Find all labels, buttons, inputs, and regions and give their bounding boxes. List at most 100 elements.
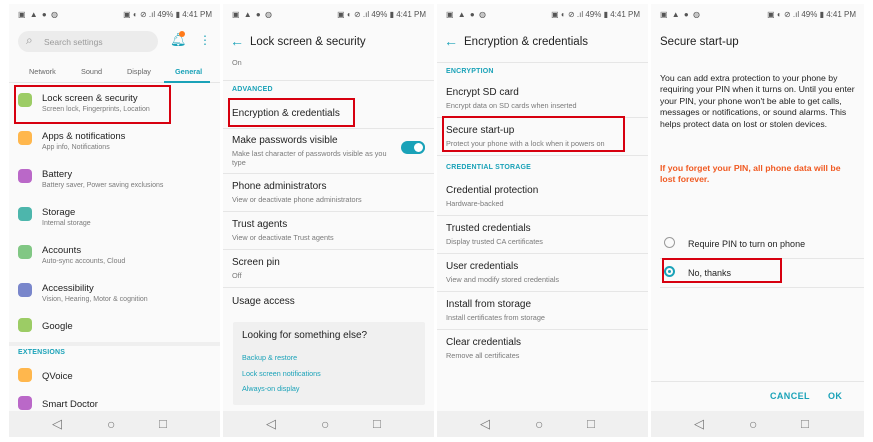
secure-start-up-screen: ▣ ▲ ● ◍ ▣ ◐ ⊘ .ıl 49% ▮ 4:41 PM Secure s… <box>651 4 864 437</box>
previous-item-value: On <box>232 58 426 67</box>
clear-credentials-item[interactable]: Clear credentials Remove all certificate… <box>446 337 640 360</box>
require-pin-label[interactable]: Require PIN to turn on phone <box>688 239 805 249</box>
divider <box>223 128 434 129</box>
navigation-bar: ◁ ○ □ <box>437 411 648 437</box>
item-title: Google <box>42 321 73 332</box>
always-on-display-link[interactable]: Always-on display <box>242 384 300 393</box>
highlight-box <box>228 98 355 127</box>
item-subtitle: View or deactivate phone administrators <box>232 195 362 204</box>
dialog-divider <box>651 381 864 382</box>
item-title: Clear credentials <box>446 337 522 348</box>
trusted-credentials-item[interactable]: Trusted credentials Display trusted CA c… <box>446 223 640 246</box>
install-from-storage-item[interactable]: Install from storage Install certificate… <box>446 299 640 322</box>
item-subtitle: App info, Notifications <box>42 144 110 151</box>
screen-pin-item[interactable]: Screen pin Off <box>232 257 426 280</box>
item-title: Battery <box>42 169 73 180</box>
cancel-button[interactable]: CANCEL <box>770 391 810 401</box>
divider <box>223 249 434 250</box>
divider <box>223 173 434 174</box>
item-title: Smart Doctor <box>42 399 98 410</box>
divider <box>437 62 648 63</box>
tab-general[interactable]: General <box>175 67 202 76</box>
encrypt-sd-card-item[interactable]: Encrypt SD card Encrypt data on SD cards… <box>446 87 640 110</box>
credential-protection-item[interactable]: Credential protection Hardware-backed <box>446 185 640 208</box>
divider <box>223 211 434 212</box>
app-bar: Secure start-up <box>651 31 864 57</box>
tab-network[interactable]: Network <box>29 67 56 76</box>
item-subtitle: Hardware-backed <box>446 199 504 208</box>
item-subtitle: Make last character of passwords visible… <box>232 149 387 167</box>
item-title: Make passwords visible <box>232 135 338 146</box>
item-subtitle: Auto-sync accounts, Cloud <box>42 258 126 265</box>
status-right: ▣ ◐ ⊘ .ıl 49% ▮ 4:41 PM <box>123 10 212 19</box>
home-icon[interactable]: ○ <box>107 416 115 432</box>
status-bar: ▣ ▲ ● ◍ ▣ ◐ ⊘ .ıl 49% ▮ 4:41 PM <box>9 4 220 25</box>
make-passwords-visible-item[interactable]: Make passwords visible Make last charact… <box>232 135 398 167</box>
status-bar: ▣ ▲ ● ◍ ▣ ◐ ⊘ .ıl 49% ▮ 4:41 PM <box>437 4 648 25</box>
home-icon[interactable]: ○ <box>749 416 757 432</box>
item-title: Apps & notifications <box>42 131 126 142</box>
encryption-credentials-screen: ▣ ▲ ● ◍ ▣ ◐ ⊘ .ıl 49% ▮ 4:41 PM ← Encryp… <box>437 4 648 437</box>
status-bar: ▣ ▲ ● ◍ ▣ ◐ ⊘ .ıl 49% ▮ 4:41 PM <box>223 4 434 25</box>
recents-icon[interactable]: □ <box>801 416 809 431</box>
backup-restore-link[interactable]: Backup & restore <box>242 353 297 362</box>
require-pin-radio[interactable] <box>664 237 675 248</box>
user-credentials-item[interactable]: User credentials View and modify stored … <box>446 261 640 284</box>
google-icon <box>18 318 32 332</box>
usage-access-item[interactable]: Usage access <box>232 296 426 307</box>
back-icon[interactable]: ◁ <box>694 416 704 432</box>
lock-screen-notifications-link[interactable]: Lock screen notifications <box>242 369 321 378</box>
back-arrow-icon[interactable]: ← <box>230 33 244 49</box>
toggle-knob <box>412 141 425 154</box>
section-divider <box>9 342 220 346</box>
accessibility-icon <box>18 283 32 297</box>
item-subtitle: Install certificates from storage <box>446 313 545 322</box>
storage-icon <box>18 207 32 221</box>
status-bar: ▣ ▲ ● ◍ ▣ ◐ ⊘ .ıl 49% ▮ 4:41 PM <box>651 4 864 25</box>
recents-icon[interactable]: □ <box>159 416 167 431</box>
divider <box>437 215 648 216</box>
apps-icon <box>18 131 32 145</box>
trust-agents-item[interactable]: Trust agents View or deactivate Trust ag… <box>232 219 426 242</box>
back-icon[interactable]: ◁ <box>52 416 62 432</box>
navigation-bar: ◁ ○ □ <box>223 411 434 437</box>
passwords-visible-toggle[interactable] <box>401 141 425 154</box>
divider <box>437 155 648 156</box>
recents-icon[interactable]: □ <box>373 416 381 431</box>
back-arrow-icon[interactable]: ← <box>444 33 458 49</box>
back-icon[interactable]: ◁ <box>480 416 490 432</box>
item-subtitle: Battery saver, Power saving exclusions <box>42 182 164 189</box>
item-title: Credential protection <box>446 185 539 196</box>
warning-text: If you forget your PIN, all phone data w… <box>660 163 841 185</box>
divider <box>437 253 648 254</box>
item-title: Phone administrators <box>232 181 327 192</box>
search-input[interactable]: ⌕ Search settings <box>18 31 158 52</box>
status-right: ▣ ◐ ⊘ .ıl 49% ▮ 4:41 PM <box>337 10 426 19</box>
home-icon[interactable]: ○ <box>321 416 329 432</box>
app-bar: ← Lock screen & security <box>223 31 434 57</box>
back-icon[interactable]: ◁ <box>266 416 276 432</box>
more-options-icon[interactable]: ⋮ <box>199 33 211 47</box>
phone-administrators-item[interactable]: Phone administrators View or deactivate … <box>232 181 426 204</box>
home-icon[interactable]: ○ <box>535 416 543 432</box>
navigation-bar: ◁ ○ □ <box>9 411 220 437</box>
highlight-box <box>662 258 782 283</box>
status-left-icons: ▣ ▲ ● ◍ <box>446 10 487 19</box>
item-title: Trust agents <box>232 219 288 230</box>
recents-icon[interactable]: □ <box>587 416 595 431</box>
suggestions-card: Looking for something else? Backup & res… <box>233 322 425 405</box>
qvoice-icon <box>18 368 32 382</box>
item-title: QVoice <box>42 371 73 382</box>
page-title: Encryption & credentials <box>464 36 589 48</box>
advanced-header: ADVANCED <box>232 86 273 93</box>
tab-indicator <box>164 81 210 83</box>
ok-button[interactable]: OK <box>828 391 842 401</box>
tab-display[interactable]: Display <box>127 67 151 76</box>
divider <box>437 329 648 330</box>
status-right: ▣ ◐ ⊘ .ıl 49% ▮ 4:41 PM <box>767 10 856 19</box>
tab-sound[interactable]: Sound <box>81 67 102 76</box>
item-title: Storage <box>42 207 76 218</box>
item-subtitle: Remove all certificates <box>446 351 520 360</box>
item-subtitle: Encrypt data on SD cards when inserted <box>446 101 577 110</box>
page-title: Secure start-up <box>660 36 739 48</box>
